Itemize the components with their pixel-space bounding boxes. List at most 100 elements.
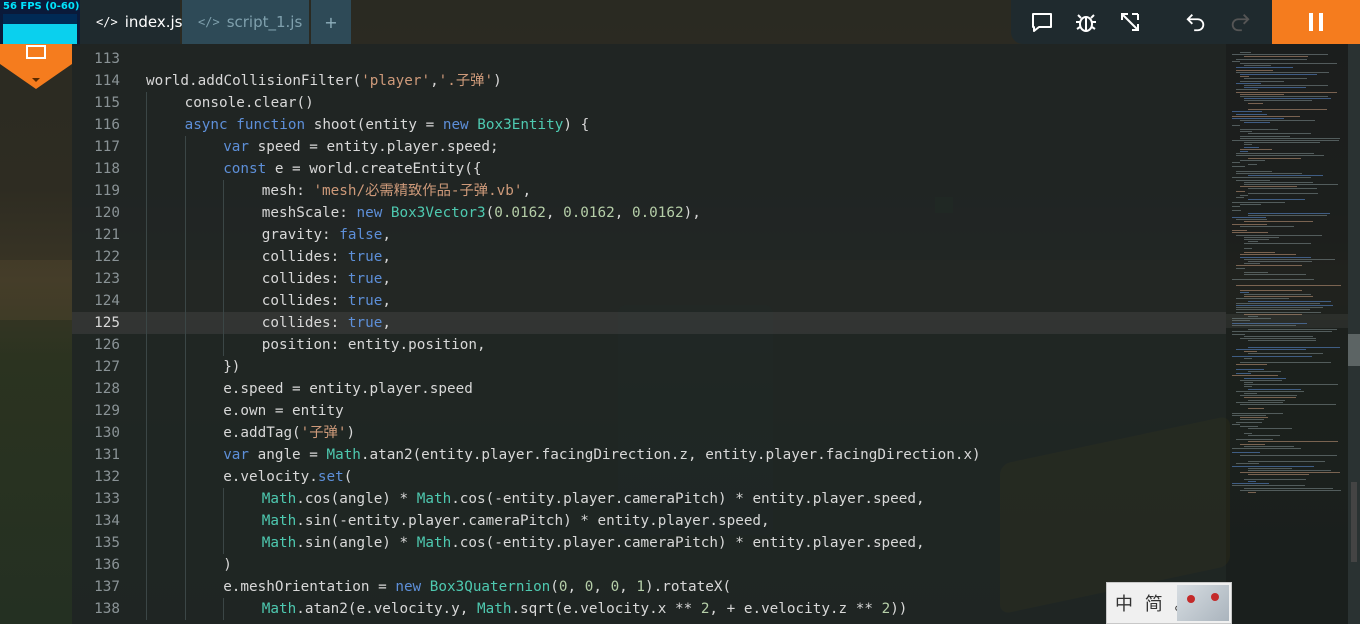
minimap-line [1232, 60, 1240, 62]
code-line[interactable]: 137 e.meshOrientation = new Box3Quaternio… [72, 576, 1226, 598]
code-token: position: entity.position, [261, 337, 486, 353]
indent-guide [184, 136, 186, 158]
editor-scrollbar[interactable] [1348, 44, 1360, 624]
minimap-line [1232, 320, 1250, 322]
code-line[interactable]: 113 [72, 48, 1226, 70]
code-line[interactable]: 124 collides: true, [72, 290, 1226, 312]
tab-index-js[interactable]: </> index.js [80, 0, 182, 44]
code-line[interactable]: 114 world.addCollisionFilter('player','.子… [72, 70, 1226, 92]
code-minimap[interactable] [1226, 44, 1348, 624]
minimap-line [1248, 329, 1337, 331]
code-token: mesh: [261, 183, 314, 199]
indent-guide [184, 224, 186, 246]
code-line[interactable]: 127}) [72, 356, 1226, 378]
minimap-line [1240, 419, 1264, 421]
code-line[interactable]: 134 Math.sin(-entity.player.cameraPitch) … [72, 510, 1226, 532]
code-token: )) [890, 601, 908, 617]
code-line[interactable]: 118 const e = world.createEntity({ [72, 158, 1226, 180]
code-line[interactable]: 119 mesh: 'mesh/必需精致作品-子弹.vb', [72, 180, 1226, 202]
line-number: 133 [94, 491, 120, 507]
indent-guide [184, 202, 186, 224]
minimap-line [1244, 313, 1302, 315]
indent-guide [146, 312, 147, 334]
side-panel-toggle[interactable] [0, 44, 72, 89]
code-line[interactable]: 132 e.velocity.set( [72, 466, 1226, 488]
minimap-line [1232, 412, 1283, 414]
ime-status-badge[interactable]: 中 简 。 [1106, 582, 1232, 624]
code-token: '.子弹' [438, 73, 494, 89]
bug-icon[interactable] [1064, 0, 1108, 44]
code-line[interactable]: 138 Math.atan2(e.velocity.y, Math.sqrt(e.… [72, 598, 1226, 620]
minimap-line [1244, 384, 1338, 386]
pause-button[interactable] [1272, 0, 1360, 44]
minimap-line [1244, 144, 1252, 146]
minimap-line [1240, 195, 1248, 196]
code-token: 1 [636, 579, 645, 595]
code-line[interactable]: 115 console.clear() [72, 92, 1226, 114]
code-icon: </> [198, 15, 220, 29]
code-token: 0 [610, 579, 620, 595]
code-token: collides: [261, 249, 348, 265]
code-token: 0.0162 [563, 205, 615, 221]
code-line[interactable]: 116 async function shoot(entity = new Box… [72, 114, 1226, 136]
minimap-line [1248, 492, 1256, 493]
tab-script-1-js[interactable]: </> script_1.js [182, 0, 309, 44]
minimap-line [1236, 82, 1261, 84]
code-line[interactable]: 120 meshScale: new Box3Vector3(0.0162, 0.… [72, 202, 1226, 224]
indent-guide [223, 180, 225, 202]
code-line[interactable]: 135 Math.sin(angle) * Math.cos(-entity.pl… [72, 532, 1226, 554]
code-token: .sqrt(e.velocity.x ** [511, 601, 701, 617]
redo-icon[interactable] [1218, 0, 1262, 44]
code-text: e.meshOrientation = new Box3Quaternion(0… [223, 576, 731, 598]
code-line[interactable]: 121 gravity: false, [72, 224, 1226, 246]
code-editor[interactable]: 113 114 world.addCollisionFilter('player',… [72, 44, 1226, 624]
add-tab-button[interactable]: + [311, 0, 351, 44]
minimap-line [1232, 278, 1314, 280]
code-line[interactable]: 136) [72, 554, 1226, 576]
minimap-line [1240, 120, 1315, 122]
indent-guide [223, 334, 225, 356]
minimap-line [1236, 307, 1323, 309]
code-token: e = world.createEntity({ [266, 161, 482, 177]
minimap-line [1232, 448, 1301, 449]
code-text: Math.cos(angle) * Math.cos(-entity.playe… [262, 488, 925, 510]
code-token: , [382, 293, 391, 309]
minimap-line [1240, 254, 1296, 256]
code-line[interactable]: 126 position: entity.position, [72, 334, 1226, 356]
indent-guide [223, 598, 225, 620]
minimap-line [1232, 230, 1247, 232]
code-line[interactable]: 130 e.addTag('子弹') [72, 422, 1226, 444]
minimap-line [1236, 373, 1251, 375]
code-line[interactable]: 117 var speed = entity.player.speed; [72, 136, 1226, 158]
comment-icon[interactable] [1020, 0, 1064, 44]
code-line[interactable]: 128 e.speed = entity.player.speed [72, 378, 1226, 400]
minimap-line [1244, 382, 1253, 383]
code-line[interactable]: 129 e.own = entity [72, 400, 1226, 422]
minimap-line [1244, 357, 1252, 359]
code-line[interactable]: 125 collides: true, [72, 312, 1226, 334]
expand-icon[interactable] [1108, 0, 1152, 44]
code-token: new [356, 205, 383, 221]
code-line[interactable]: 131 var angle = Math.atan2(entity.player.… [72, 444, 1226, 466]
code-token: new [442, 117, 469, 133]
code-line[interactable]: 123 collides: true, [72, 268, 1226, 290]
undo-icon[interactable] [1174, 0, 1218, 44]
minimap-line [1244, 98, 1331, 100]
minimap-line [1236, 67, 1293, 69]
minimap-line [1240, 472, 1340, 474]
code-token: , [567, 579, 585, 595]
minimap-line [1232, 415, 1266, 416]
scrollbar-thumb[interactable] [1348, 334, 1360, 366]
minimap-line [1240, 80, 1284, 82]
code-token: shoot(entity = [305, 117, 443, 133]
code-token: Box3Entity [468, 117, 564, 133]
scrollbar-thumb-secondary[interactable] [1351, 482, 1357, 562]
minimap-line [1248, 109, 1327, 111]
code-text: position: entity.position, [262, 334, 486, 356]
indent-guide [184, 312, 186, 334]
minimap-line [1248, 388, 1301, 390]
code-token: collides: [261, 315, 348, 331]
minimap-line [1240, 338, 1316, 339]
code-line[interactable]: 122 collides: true, [72, 246, 1226, 268]
code-line[interactable]: 133 Math.cos(angle) * Math.cos(-entity.pl… [72, 488, 1226, 510]
